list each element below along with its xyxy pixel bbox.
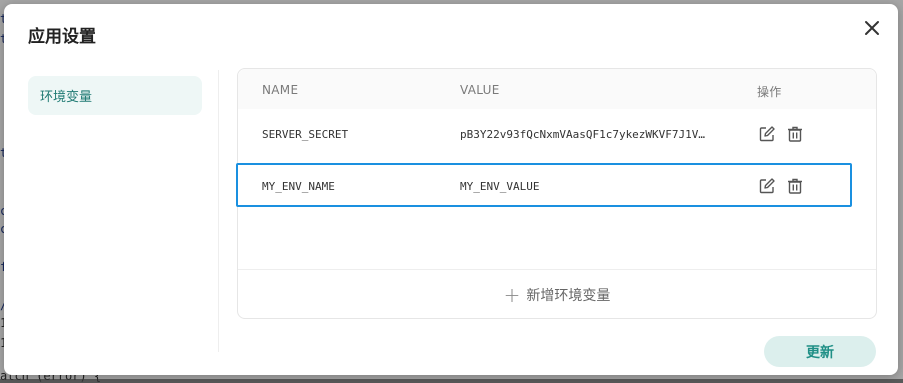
update-button[interactable]: 更新	[764, 336, 876, 367]
add-env-var-button[interactable]: + 新增环境变量	[238, 269, 876, 319]
column-header-actions: 操作	[757, 85, 782, 99]
row-selection-highlight	[236, 163, 852, 207]
plus-icon: +	[503, 282, 521, 307]
sidebar-item-env-vars[interactable]: 环境变量	[28, 76, 202, 115]
env-name-cell: SERVER_SECRET	[262, 128, 349, 141]
edit-icon[interactable]	[758, 125, 776, 143]
env-var-table: NAME VALUE 操作 SERVER_SECRET pB3Y22v93fQc…	[236, 68, 877, 319]
close-icon	[865, 21, 879, 35]
column-header-name: NAME	[262, 83, 299, 97]
settings-sidebar: 环境变量	[28, 76, 202, 115]
close-button[interactable]	[860, 16, 884, 40]
app-settings-dialog: 应用设置 环境变量 NAME VALUE 操作 SERVER_SECRET pB…	[4, 4, 898, 375]
table-row: SERVER_SECRET pB3Y22v93fQcNxmVAasQF1c7yk…	[238, 109, 876, 161]
add-env-var-label: 新增环境变量	[526, 287, 611, 304]
trash-icon[interactable]	[786, 125, 804, 143]
dialog-title: 应用设置	[28, 27, 96, 47]
column-header-value: VALUE	[460, 83, 500, 97]
env-value-cell: pB3Y22v93fQcNxmVAasQF1c7ykezWKVF7J1V…	[460, 128, 706, 141]
sidebar-item-label: 环境变量	[40, 90, 93, 105]
vertical-divider	[218, 70, 219, 352]
table-header: NAME VALUE 操作	[238, 69, 876, 109]
